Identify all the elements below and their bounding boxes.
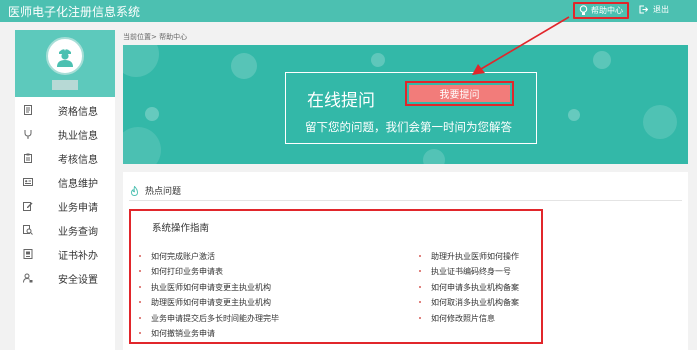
hot-questions-tab[interactable]: 热点问题 — [130, 184, 182, 201]
online-question-title: 在线提问 — [307, 91, 375, 111]
question-list-left: 如何完成账户激活 如何打印业务申请表 执业医师如何申请变更主执业机构 助理医师如… — [139, 251, 279, 343]
operation-guide-title: 系统操作指南 — [152, 223, 210, 234]
clipboard-icon — [24, 153, 32, 163]
help-center-button[interactable]: 帮助中心 — [573, 2, 629, 19]
banner-dot — [371, 53, 385, 67]
faq-link[interactable]: 如何撤销业务申请 — [139, 328, 279, 343]
ask-button-highlight: 我要提问 — [405, 81, 514, 106]
avatar[interactable] — [46, 37, 84, 75]
banner-dot — [123, 45, 159, 77]
faq-link[interactable]: 如何修改照片信息 — [419, 313, 519, 328]
question-list-right: 助理升执业医师如何操作 执业证书编码终身一号 如何申请多执业机构备案 如何取消多… — [419, 251, 519, 328]
edit-icon — [23, 202, 33, 211]
sidebar-item-label: 考核信息 — [58, 155, 98, 166]
sidebar-item-label: 执业信息 — [58, 131, 98, 142]
sidebar-item-security[interactable]: 安全设置 — [15, 266, 115, 290]
banner-dot — [643, 105, 677, 139]
faq-link[interactable]: 如何取消多执业机构备案 — [419, 297, 519, 312]
app-title: 医师电子化注册信息系统 — [8, 5, 141, 19]
hot-questions-title: 热点问题 — [145, 187, 182, 197]
divider — [129, 200, 682, 201]
help-center-label: 帮助中心 — [591, 6, 623, 15]
sidebar-item-label: 安全设置 — [58, 275, 98, 286]
banner-dot — [593, 51, 611, 69]
id-card-icon — [23, 178, 33, 186]
banner-dot — [123, 127, 161, 164]
online-question-subtitle: 留下您的问题，我们会第一时间为您解答 — [305, 120, 512, 134]
stethoscope-icon — [24, 130, 32, 139]
faq-link[interactable]: 执业医师如何申请变更主执业机构 — [139, 282, 279, 297]
banner-dot — [423, 149, 445, 164]
user-lock-icon — [23, 273, 33, 283]
doctor-icon — [57, 47, 73, 67]
search-icon — [23, 225, 33, 235]
faq-link[interactable]: 执业证书编码终身一号 — [419, 266, 519, 281]
banner-dot — [145, 107, 159, 121]
sidebar-item-assessment[interactable]: 考核信息 — [15, 146, 115, 170]
user-panel — [15, 30, 115, 97]
sidebar-item-qualification[interactable]: 资格信息 — [15, 98, 115, 122]
certificate-icon — [23, 249, 33, 259]
flame-icon — [131, 185, 138, 196]
hot-questions-panel: 热点问题 系统操作指南 如何完成账户激活 如何打印业务申请表 执业医师如何申请变… — [123, 172, 688, 350]
sidebar-item-practice[interactable]: 执业信息 — [15, 122, 115, 146]
breadcrumb: 当前位置> 帮助中心 — [123, 33, 188, 41]
banner-dot — [231, 53, 257, 79]
faq-link[interactable]: 如何申请多执业机构备案 — [419, 282, 519, 297]
sidebar-item-label: 资格信息 — [58, 107, 98, 118]
document-icon — [24, 105, 32, 115]
sidebar-item-label: 信息维护 — [58, 179, 98, 190]
sidebar-item-certificate-reissue[interactable]: 证书补办 — [15, 242, 115, 266]
faq-link[interactable]: 如何打印业务申请表 — [139, 266, 279, 281]
sidebar-item-label: 业务申请 — [58, 203, 98, 214]
sidebar-item-label: 证书补办 — [58, 251, 98, 262]
sidebar: 资格信息 执业信息 考核信息 信息维护 业务申请 业务查询 证书补办 安全设置 — [15, 30, 115, 350]
username-redacted — [52, 80, 78, 90]
faq-link[interactable]: 业务申请提交后多长时间能办理完毕 — [139, 313, 279, 328]
faq-link[interactable]: 助理升执业医师如何操作 — [419, 251, 519, 266]
logout-icon — [639, 5, 648, 14]
sidebar-item-label: 业务查询 — [58, 227, 98, 238]
logout-button[interactable]: 退出 — [639, 4, 669, 15]
logout-label: 退出 — [653, 5, 669, 14]
banner-dot — [568, 109, 580, 121]
sidebar-item-business-apply[interactable]: 业务申请 — [15, 194, 115, 218]
sidebar-nav: 资格信息 执业信息 考核信息 信息维护 业务申请 业务查询 证书补办 安全设置 — [15, 98, 115, 290]
lightbulb-icon — [579, 5, 588, 15]
top-bar: 医师电子化注册信息系统 帮助中心 退出 — [0, 0, 697, 22]
faq-link[interactable]: 如何完成账户激活 — [139, 251, 279, 266]
online-question-box: 在线提问 我要提问 留下您的问题，我们会第一时间为您解答 — [285, 72, 537, 144]
ask-question-button[interactable]: 我要提问 — [409, 85, 510, 102]
faq-link[interactable]: 助理医师如何申请变更主执业机构 — [139, 297, 279, 312]
help-banner: 在线提问 我要提问 留下您的问题，我们会第一时间为您解答 — [123, 45, 688, 164]
sidebar-item-business-query[interactable]: 业务查询 — [15, 218, 115, 242]
operation-guide-box: 系统操作指南 如何完成账户激活 如何打印业务申请表 执业医师如何申请变更主执业机… — [129, 209, 543, 344]
sidebar-item-info-maintenance[interactable]: 信息维护 — [15, 170, 115, 194]
